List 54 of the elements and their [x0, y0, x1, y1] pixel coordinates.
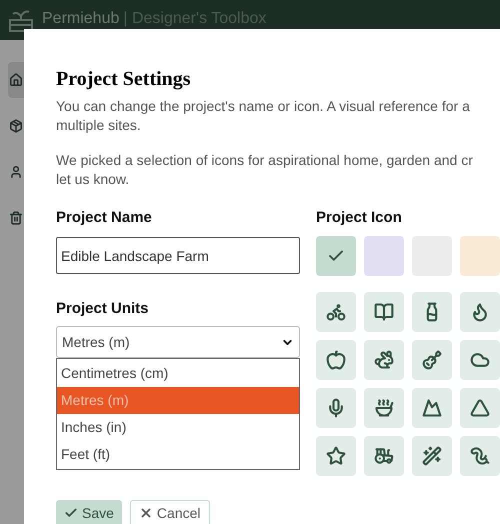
bicycle-icon	[326, 302, 346, 322]
icon-option[interactable]	[316, 340, 356, 380]
tractor-icon	[374, 446, 394, 466]
units-select[interactable]: Metres (m)	[56, 326, 300, 358]
worm-icon	[470, 446, 490, 466]
icon-option[interactable]	[460, 388, 500, 428]
icon-option[interactable]	[412, 292, 452, 332]
description-text: We picked a selection of icons for aspirational home, garden and cr let us know.	[56, 151, 474, 189]
icon-option[interactable]	[364, 388, 404, 428]
field-label: Project Icon	[316, 209, 403, 227]
field-label: Project Name	[56, 209, 153, 227]
icon-option[interactable]	[364, 340, 404, 380]
description-text: You can change the project's name or icon. A visual reference for a multiple sites.	[56, 97, 471, 135]
color-swatch[interactable]	[364, 236, 404, 276]
dropdown-option[interactable]: Inches (in)	[57, 414, 299, 441]
icon-option[interactable]	[460, 340, 500, 380]
star-icon	[326, 446, 346, 466]
home-icon	[9, 73, 23, 87]
triangle-icon	[470, 398, 490, 418]
cancel-button[interactable]: Cancel	[130, 500, 210, 524]
user-icon	[9, 165, 23, 179]
guitar-icon	[422, 350, 442, 370]
icon-option[interactable]	[460, 292, 500, 332]
icon-option[interactable]	[316, 388, 356, 428]
dialog-title: Project Settings	[56, 67, 192, 91]
icon-option[interactable]	[412, 388, 452, 428]
save-button[interactable]: Save	[56, 500, 122, 524]
close-icon	[138, 506, 153, 520]
trash-icon	[9, 211, 23, 225]
brand-name: Permiehub	[42, 10, 120, 28]
dropdown-option[interactable]: Feet (ft)	[57, 441, 299, 468]
project-name-field[interactable]: Edible Landscape Farm	[56, 237, 300, 274]
icon-option[interactable]	[460, 436, 500, 476]
animal-icon	[374, 350, 394, 370]
icon-option[interactable]	[364, 292, 404, 332]
icon-option[interactable]	[316, 436, 356, 476]
icon-option[interactable]	[412, 340, 452, 380]
color-swatch[interactable]	[316, 236, 356, 276]
box-icon	[9, 119, 23, 133]
apple-icon	[326, 350, 346, 370]
logo-icon	[8, 10, 34, 32]
bowl-icon	[374, 398, 394, 418]
book-icon	[374, 302, 394, 322]
cloud-icon	[470, 350, 490, 370]
color-swatch[interactable]	[460, 236, 500, 276]
magic-wand-icon	[422, 446, 442, 466]
icon-option[interactable]	[364, 436, 404, 476]
microphone-icon	[326, 398, 346, 418]
check-icon	[64, 506, 78, 520]
dropdown-option[interactable]: Centimetres (cm)	[57, 360, 299, 387]
icon-option[interactable]	[412, 436, 452, 476]
field-label: Project Units	[56, 300, 150, 318]
mountain-icon	[422, 398, 442, 418]
icon-option[interactable]	[316, 292, 356, 332]
